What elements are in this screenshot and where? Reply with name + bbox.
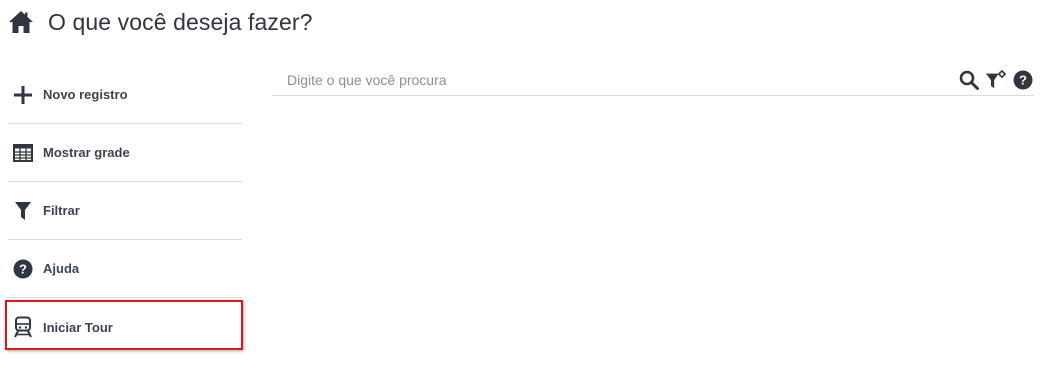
table-grid-icon (12, 142, 34, 164)
sidebar-item-iniciar-tour[interactable]: Iniciar Tour (5, 298, 243, 356)
page: O que você deseja fazer? Novo registro M… (0, 0, 1055, 379)
search-input[interactable] (272, 65, 958, 94)
svg-text:?: ? (1019, 72, 1027, 87)
train-icon (12, 316, 34, 338)
sidebar-item-mostrar-grade[interactable]: Mostrar grade (8, 124, 242, 182)
sidebar-item-label: Ajuda (43, 261, 80, 276)
sidebar-item-label: Iniciar Tour (43, 319, 113, 335)
sidebar-item-label: Filtrar (43, 203, 80, 218)
sidebar-item-label: Novo registro (43, 87, 128, 102)
page-header: O que você deseja fazer? (8, 6, 313, 38)
sidebar-item-novo-registro[interactable]: Novo registro (8, 66, 242, 124)
sidebar-menu: Novo registro Mostrar grade Filtrar ? Aj… (5, 66, 243, 356)
question-circle-icon: ? (12, 258, 34, 280)
home-icon[interactable] (8, 10, 34, 34)
page-title: O que você deseja fazer? (48, 8, 313, 35)
search-bar: ? (272, 64, 1034, 96)
sidebar-item-filtrar[interactable]: Filtrar (8, 182, 242, 240)
help-icon[interactable]: ? (1012, 69, 1034, 91)
filter-settings-icon[interactable] (985, 69, 1007, 91)
filter-icon (12, 200, 34, 222)
sidebar-item-ajuda[interactable]: ? Ajuda (8, 240, 242, 298)
svg-text:?: ? (19, 261, 27, 276)
search-icon[interactable] (958, 69, 980, 91)
plus-icon (12, 84, 34, 106)
sidebar-item-label: Mostrar grade (43, 145, 130, 160)
